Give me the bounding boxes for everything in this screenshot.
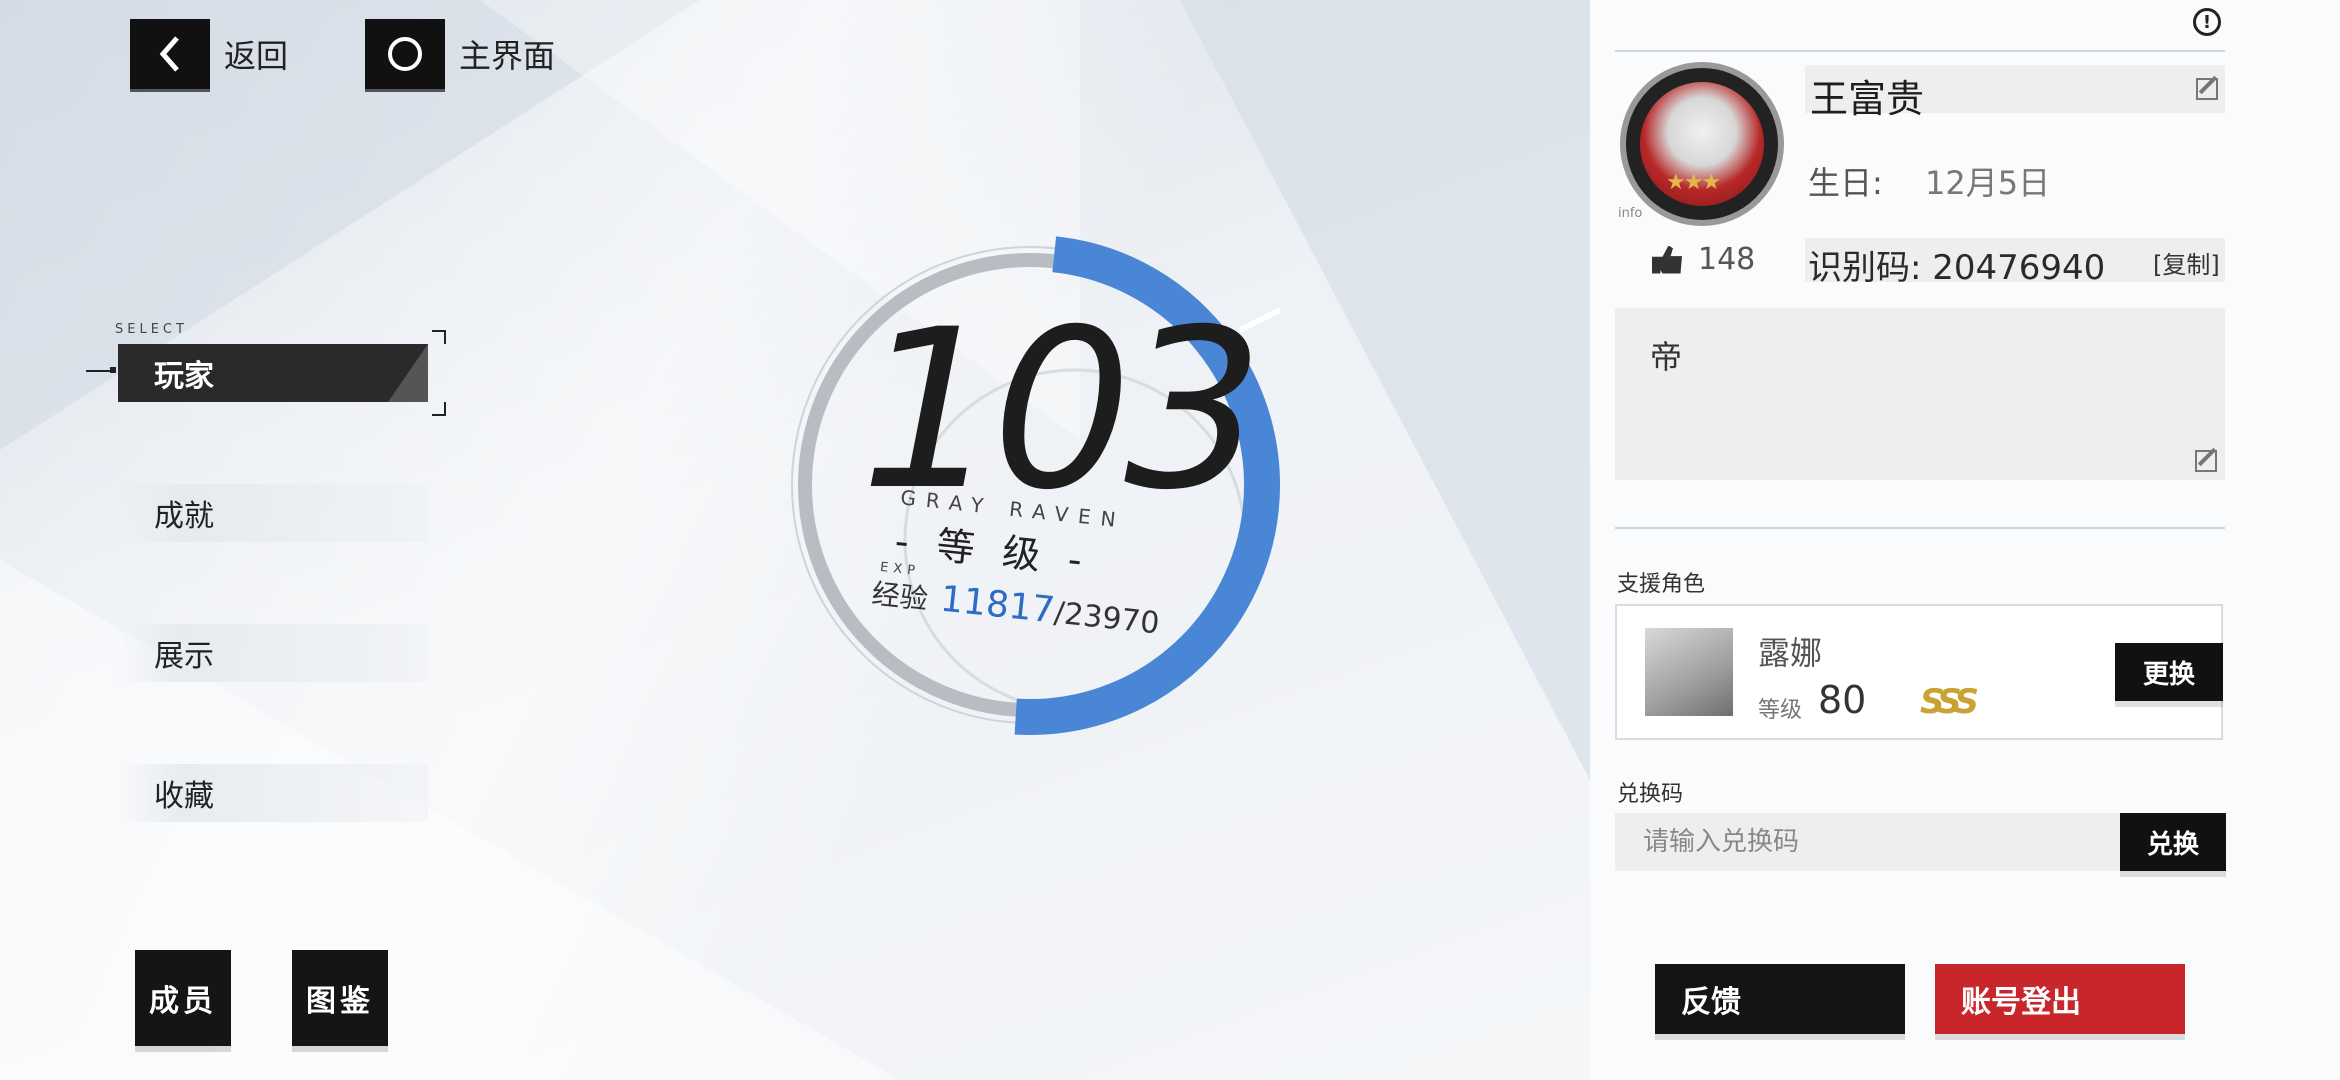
edit-name-icon[interactable] (2196, 78, 2218, 100)
player-name: 王富贵 (1810, 77, 1925, 121)
likes: 148 (1652, 242, 1755, 277)
support-title: 支援角色 (1617, 572, 1706, 597)
support-level-value: 80 (1818, 678, 1867, 722)
support-level-label: 等级 (1758, 698, 1803, 723)
menu-item-player[interactable]: 玩家 (118, 344, 428, 402)
bracket-top (432, 330, 446, 344)
redeem-button[interactable]: 兑换 (2120, 813, 2226, 871)
support-character-name: 露娜 (1758, 634, 1823, 672)
exp-label: 经验 (870, 577, 930, 616)
home-button[interactable]: 主界面 (365, 18, 555, 90)
copy-button[interactable]: [复制] (2153, 245, 2220, 280)
swap-button[interactable]: 更换 (2115, 643, 2223, 701)
home-circle-icon (365, 19, 445, 89)
motto-text: 帝 (1650, 338, 1683, 376)
menu-item-label: 成就 (154, 499, 214, 534)
menu-item-display[interactable]: 展示 (118, 624, 428, 682)
avatar-stars-icon: ★★★ (1666, 170, 1721, 195)
back-button[interactable]: 返回 (130, 18, 288, 90)
menu-item-collection[interactable]: 收藏 (118, 764, 428, 822)
divider (1615, 50, 2225, 52)
edit-motto-icon[interactable] (2195, 450, 2217, 472)
menu-item-label: 收藏 (154, 779, 214, 814)
info-icon[interactable]: ! (2193, 8, 2221, 36)
menu-item-achievements[interactable]: 成就 (118, 484, 428, 542)
divider (1615, 527, 2225, 529)
motto-field[interactable] (1615, 308, 2225, 480)
feedback-button[interactable]: 反馈 (1655, 964, 1905, 1034)
avatar[interactable]: ★★★ (1620, 62, 1784, 226)
select-tag: SELECT (115, 322, 188, 337)
info-tag: info (1618, 206, 1643, 221)
members-button[interactable]: 成员 (135, 950, 231, 1046)
support-character-portrait (1645, 628, 1733, 716)
redeem-code-input[interactable] (1615, 813, 2122, 871)
birthday-value: 12月5日 (1925, 164, 2051, 202)
menu-item-label: 玩家 (154, 359, 214, 394)
codex-button[interactable]: 图鉴 (292, 950, 388, 1046)
back-arrow-icon (130, 19, 210, 89)
thumbs-up-icon (1652, 245, 1682, 274)
player-id: 识别码: 20476940 (1808, 248, 2106, 288)
home-label: 主界面 (459, 37, 556, 75)
likes-count: 148 (1698, 242, 1756, 277)
selection-dot (110, 367, 116, 373)
bracket-bottom (432, 402, 446, 416)
logout-button[interactable]: 账号登出 (1935, 964, 2185, 1034)
menu-item-label: 展示 (154, 639, 214, 674)
redeem-title: 兑换码 (1617, 782, 1684, 807)
birthday-label: 生日: (1808, 164, 1883, 202)
support-rank-badge: SSS (1920, 682, 1979, 722)
back-label: 返回 (224, 37, 289, 75)
